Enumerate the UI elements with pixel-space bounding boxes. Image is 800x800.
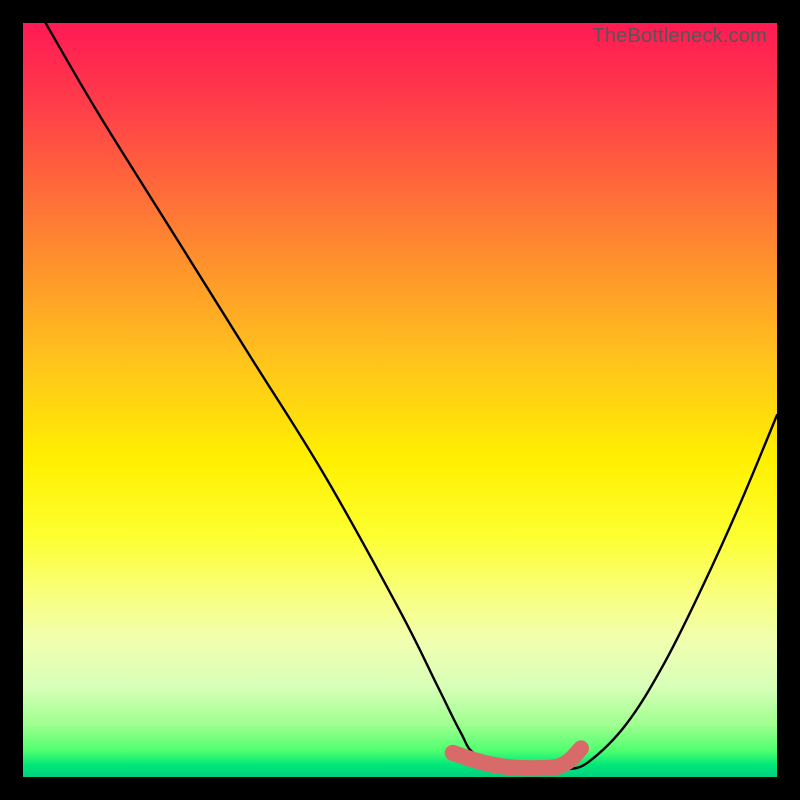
plot-area: TheBottleneck.com [23,23,777,777]
chart-frame: TheBottleneck.com [0,0,800,800]
highlight-dot [445,745,461,761]
curve-layer [23,23,777,777]
highlight-segment [453,748,581,768]
bottleneck-curve [46,23,777,771]
